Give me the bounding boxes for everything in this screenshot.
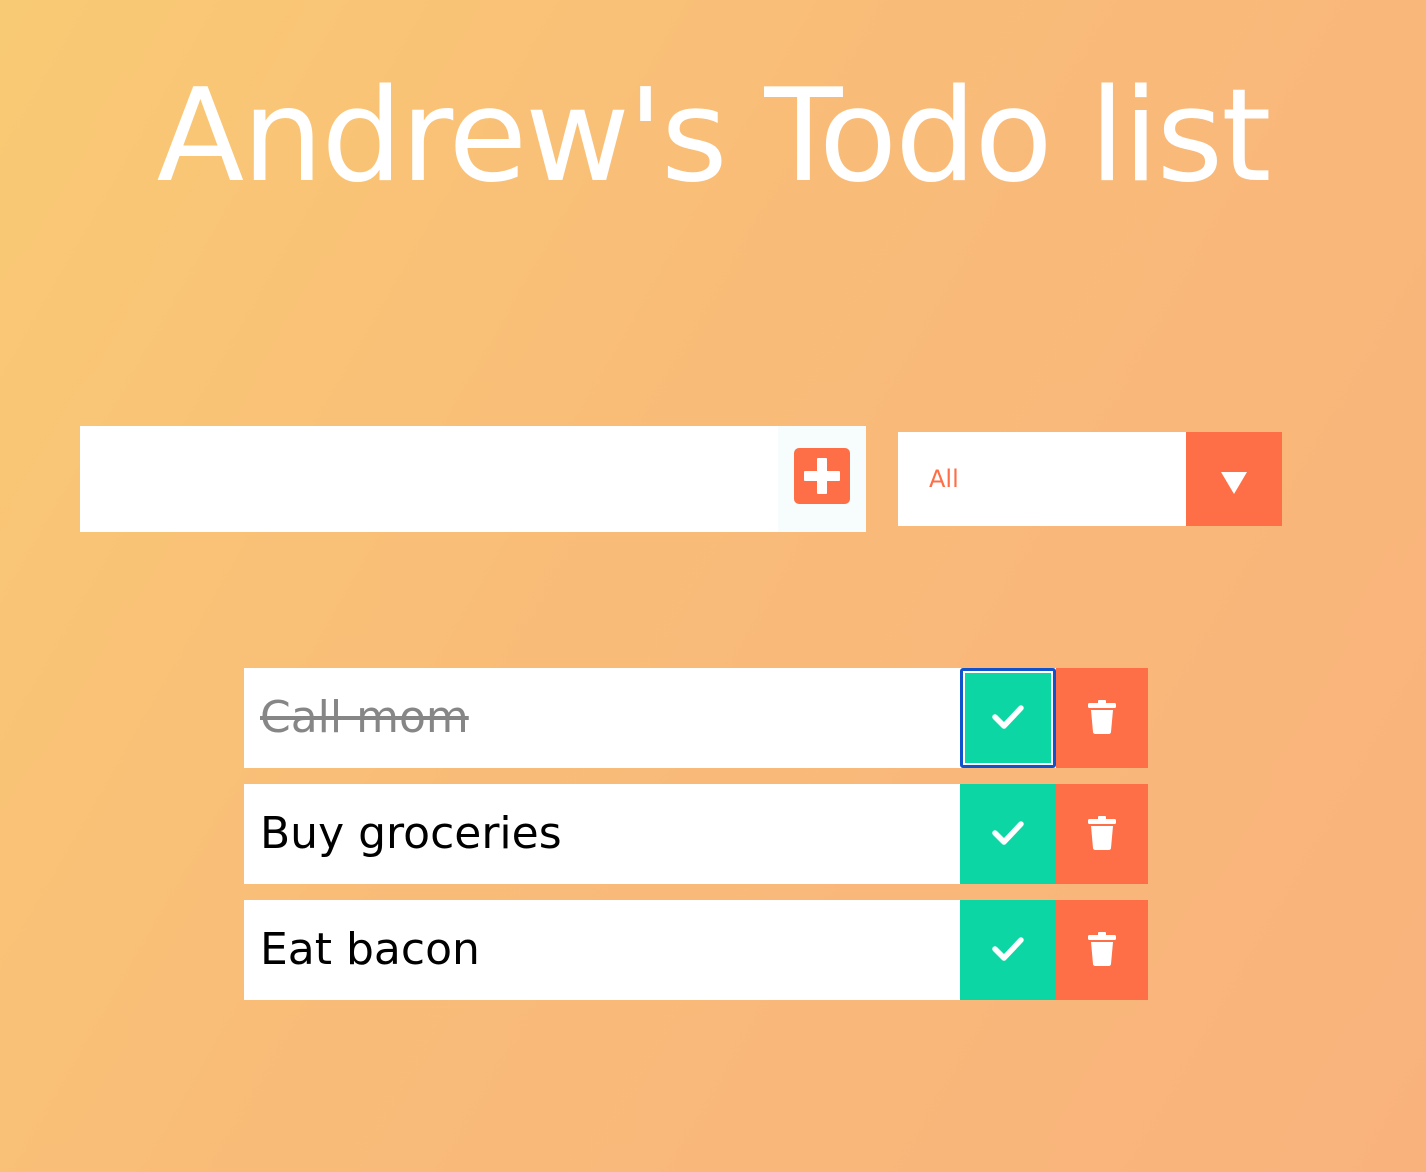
check-icon [992, 821, 1024, 845]
add-todo-button[interactable] [794, 448, 850, 504]
todo-form [80, 426, 866, 532]
filter-select[interactable]: All [898, 432, 1282, 526]
filter-selected-value: All [929, 465, 959, 493]
todo-item-text: Eat bacon [260, 924, 480, 975]
todo-item: Eat bacon [244, 900, 1148, 1000]
todo-item-text: Buy groceries [260, 808, 562, 859]
caret-down-icon [1221, 472, 1247, 494]
complete-button[interactable] [960, 668, 1056, 768]
delete-button[interactable] [1056, 784, 1148, 884]
trash-icon [1088, 816, 1116, 850]
page-title: Andrew's Todo list [156, 62, 1272, 211]
complete-button[interactable] [960, 900, 1056, 1000]
filter-dropdown-button[interactable] [1186, 432, 1282, 526]
delete-button[interactable] [1056, 900, 1148, 1000]
trash-icon [1088, 700, 1116, 734]
todo-item: Call mom [244, 668, 1148, 768]
check-icon [992, 705, 1024, 729]
todo-item: Buy groceries [244, 784, 1148, 884]
trash-icon [1088, 932, 1116, 966]
todo-item-text: Call mom [260, 692, 469, 743]
add-button-container [778, 426, 866, 532]
check-icon [992, 937, 1024, 961]
todo-input[interactable] [80, 426, 778, 532]
complete-button[interactable] [960, 784, 1056, 884]
todo-list: Call mom Buy groceries Eat bacon [244, 668, 1148, 1016]
delete-button[interactable] [1056, 668, 1148, 768]
